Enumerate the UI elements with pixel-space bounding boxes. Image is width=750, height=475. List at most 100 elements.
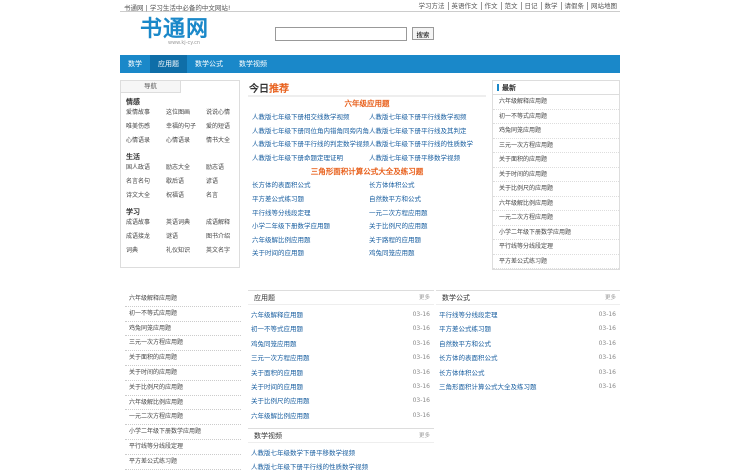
article-link[interactable]: 长方体体积公式 — [439, 366, 485, 380]
latest-item[interactable]: 平行线等分线段定理 — [493, 240, 619, 255]
article-link[interactable]: 关于时间的应用题 — [251, 380, 303, 394]
recommend-link[interactable]: 长方体体积公式 — [369, 179, 486, 193]
top-link[interactable]: 请假条 — [560, 2, 588, 10]
list-item[interactable]: 平行线等分线段定理 — [125, 440, 241, 455]
recommend-link[interactable]: 人教版七年级下册同位角内错角同旁内角 — [252, 125, 369, 139]
recommend-link[interactable]: 人教版七年级下册平移数学视频 — [369, 152, 486, 166]
article-link[interactable]: 人教版七年级数学下册平移数学视频 — [251, 446, 355, 460]
section-title[interactable]: 三角形面积计算公式大全及练习题 — [248, 165, 486, 179]
category-link[interactable]: 成语接龙 — [126, 230, 166, 244]
category-link[interactable]: 心情语录 — [166, 134, 206, 148]
category-link[interactable]: 诗文大全 — [126, 189, 166, 203]
latest-item[interactable]: 关于时间的应用题 — [493, 168, 619, 182]
category-link[interactable]: 礼仪知识 — [166, 244, 206, 258]
list-item[interactable]: 六年级解比例应用题 — [125, 396, 241, 411]
recommend-link[interactable]: 关于时间的应用题 — [252, 247, 369, 261]
category-link[interactable]: 英语词典 — [166, 216, 206, 230]
category-link[interactable]: 幸福的句子 — [166, 120, 206, 134]
category-link[interactable]: 祝福语 — [166, 189, 206, 203]
recommend-link[interactable]: 平方差公式练习题 — [252, 193, 369, 207]
recommend-link[interactable]: 人教版七年级下册平行线数学视频 — [369, 111, 486, 125]
list-item[interactable]: 关于比例尺的应用题 — [125, 381, 241, 396]
search-button[interactable]: 搜索 — [412, 27, 434, 40]
category-link[interactable]: 情书大全 — [206, 134, 244, 148]
top-link[interactable]: 范文 — [500, 2, 521, 10]
category-link[interactable]: 词典 — [126, 244, 166, 258]
top-link[interactable]: 英语作文 — [447, 2, 481, 10]
recommend-link[interactable]: 一元二次方程应用题 — [369, 207, 486, 221]
latest-item[interactable]: 三元一次方程应用题 — [493, 139, 619, 153]
list-item[interactable]: 六年级解释应用题 — [125, 292, 241, 307]
article-link[interactable]: 六年级解释应用题 — [251, 308, 303, 322]
category-link[interactable]: 国人政语 — [126, 161, 166, 175]
list-item[interactable]: 小学二年级下册数学应用题 — [125, 425, 241, 440]
article-link[interactable]: 鸡兔同笼应用题 — [251, 337, 297, 351]
list-item[interactable]: 关于时间的应用题 — [125, 366, 241, 381]
latest-item[interactable]: 关于面积的应用题 — [493, 153, 619, 168]
list-item[interactable]: 三元一次方程应用题 — [125, 336, 241, 352]
article-link[interactable]: 平方差公式练习题 — [439, 322, 491, 336]
more-link[interactable]: 更多 — [419, 429, 430, 443]
nav-item-videos[interactable]: 数学视频 — [231, 55, 275, 73]
category-link[interactable]: 唯美伤感 — [126, 120, 166, 134]
list-item[interactable]: 关于面积的应用题 — [125, 351, 241, 366]
category-link[interactable]: 英文名字 — [206, 244, 244, 258]
top-link[interactable]: 数学 — [540, 2, 561, 10]
recommend-link[interactable]: 人教版七年级下册命题定理证明 — [252, 152, 369, 166]
section-title[interactable]: 六年级应用题 — [248, 97, 486, 111]
recommend-link[interactable]: 六年级解比例应用题 — [252, 234, 369, 248]
list-item[interactable]: 一元二次方程应用题 — [125, 410, 241, 426]
article-link[interactable]: 平行线等分线段定理 — [439, 308, 498, 322]
article-link[interactable]: 关于面积的应用题 — [251, 366, 303, 380]
category-link[interactable]: 成语解释 — [206, 216, 244, 230]
category-link[interactable]: 说说心情 — [206, 106, 244, 120]
article-link[interactable]: 人教版七年级下册平行线的性质数学视频 — [251, 460, 368, 474]
top-link[interactable]: 学习方法 — [416, 2, 448, 10]
top-link[interactable]: 作文 — [480, 2, 501, 10]
latest-item[interactable]: 一元二次方程应用题 — [493, 211, 619, 226]
site-logo[interactable]: 书通网 www.kj-cy.cn — [140, 16, 250, 52]
recommend-link[interactable]: 人教版七年级下册平行线的性质数学 — [369, 138, 486, 152]
recommend-link[interactable]: 长方体的表面积公式 — [252, 179, 369, 193]
more-link[interactable]: 更多 — [605, 291, 616, 305]
category-link[interactable]: 励志大全 — [166, 161, 206, 175]
article-link[interactable]: 初一不等式应用题 — [251, 322, 303, 336]
category-link[interactable]: 成语故事 — [126, 216, 166, 230]
nav-item-word-problems[interactable]: 应用题 — [150, 55, 187, 73]
recommend-link[interactable]: 平行线等分线段定理 — [252, 207, 369, 221]
article-link[interactable]: 六年级解比例应用题 — [251, 409, 310, 423]
article-link[interactable]: 三元一次方程应用题 — [251, 351, 310, 365]
recommend-link[interactable]: 人教版七年级下册平行线及其判定 — [369, 125, 486, 139]
recommend-link[interactable]: 小学二年级下册数学应用题 — [252, 220, 369, 234]
recommend-link[interactable]: 自然数平方和公式 — [369, 193, 486, 207]
top-link[interactable]: 日记 — [520, 2, 541, 10]
article-link[interactable]: 关于比例尺的应用题 — [251, 394, 310, 408]
category-link[interactable]: 心情语录 — [126, 134, 166, 148]
category-link[interactable]: 名言 — [206, 189, 244, 203]
category-link[interactable]: 名言名句 — [126, 175, 166, 189]
latest-item[interactable]: 六年级解释应用题 — [493, 95, 619, 110]
category-link[interactable]: 图书介绍 — [206, 230, 244, 244]
more-link[interactable]: 更多 — [419, 291, 430, 305]
latest-item[interactable]: 平方差公式练习题 — [493, 255, 619, 269]
article-link[interactable]: 三角形面积计算公式大全及练习题 — [439, 380, 537, 394]
nav-item-formulas[interactable]: 数学公式 — [187, 55, 231, 73]
list-item[interactable]: 平方差公式练习题 — [125, 455, 241, 470]
search-input[interactable] — [275, 27, 407, 41]
category-link[interactable]: 爱情故事 — [126, 106, 166, 120]
latest-item[interactable]: 六年级解比例应用题 — [493, 197, 619, 211]
latest-item[interactable]: 初一不等式应用题 — [493, 110, 619, 124]
article-link[interactable]: 自然数平方和公式 — [439, 337, 491, 351]
category-link[interactable]: 歇后语 — [166, 175, 206, 189]
category-link[interactable]: 谚语 — [206, 175, 244, 189]
latest-item[interactable]: 小学二年级下册数学应用题 — [493, 226, 619, 240]
category-link[interactable]: 励志语 — [206, 161, 244, 175]
recommend-link[interactable]: 人教版七年级下册相交线数学视频 — [252, 111, 369, 125]
recommend-link[interactable]: 人教版七年级下册平行线的判定数学视频 — [252, 138, 369, 152]
category-link[interactable]: 爱的短语 — [206, 120, 244, 134]
top-link[interactable]: 网站地图 — [587, 2, 620, 10]
list-item[interactable]: 鸡兔同笼应用题 — [125, 322, 241, 337]
recommend-link[interactable]: 鸡兔同笼应用题 — [369, 247, 486, 261]
article-link[interactable]: 长方体的表面积公式 — [439, 351, 498, 365]
list-item[interactable]: 初一不等式应用题 — [125, 307, 241, 322]
